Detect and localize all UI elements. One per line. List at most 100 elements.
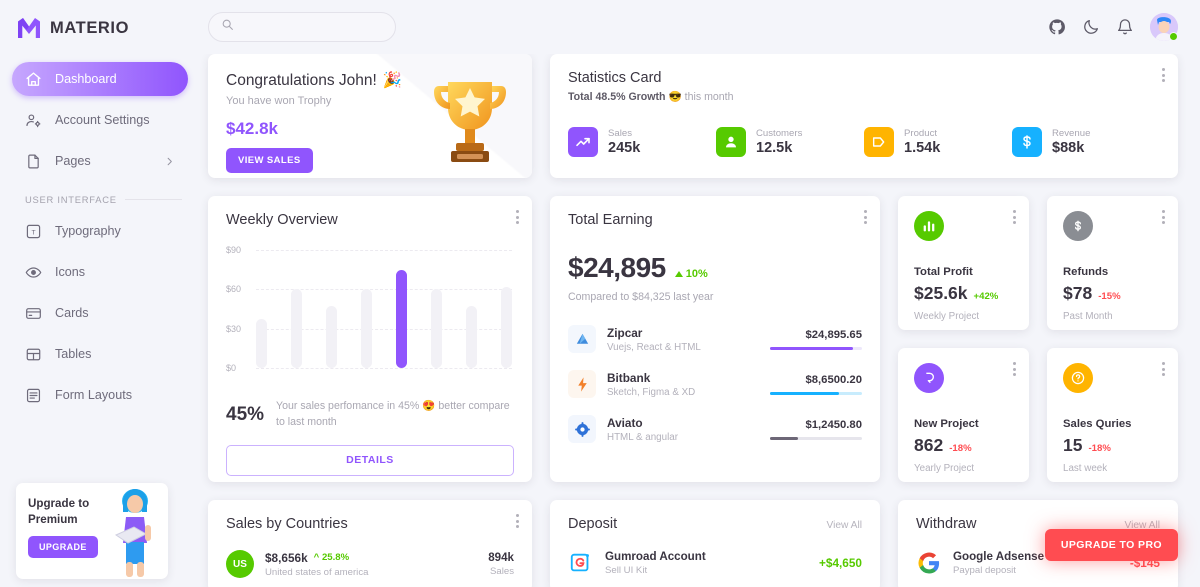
chart-bar: [291, 289, 302, 368]
sidebar-item-tables[interactable]: Tables: [12, 337, 188, 371]
chart-bar: [326, 306, 337, 368]
mini-card-label: Total Profit: [914, 266, 973, 278]
earning-row-progress: [770, 436, 862, 440]
sidebar-item-label: Account Settings: [55, 113, 150, 127]
earning-row-progress: [770, 346, 862, 350]
mini-card-value-row: $78 -15%: [1063, 283, 1162, 304]
search-icon: [221, 18, 234, 36]
mini-card-menu-icon[interactable]: [1162, 210, 1165, 224]
dribbble-icon: [914, 363, 944, 393]
upgrade-to-pro-button[interactable]: UPGRADE TO PRO: [1044, 529, 1178, 561]
sidebar-section-label: USER INTERFACE: [25, 194, 117, 205]
congratulations-card: Congratulations John! 🎉 You have won Tro…: [208, 54, 532, 178]
eye-icon: [25, 264, 42, 281]
table-icon: [25, 346, 42, 363]
avatar[interactable]: [1150, 13, 1178, 41]
chart-bar: [431, 289, 442, 368]
statistic-text: Revenue $88k: [1052, 128, 1090, 156]
status-badge-online: [1169, 32, 1178, 41]
earning-row: Zipcar Vuejs, React & HTML $24,895.65: [568, 325, 862, 353]
sidebar-item-typography[interactable]: T Typography: [12, 214, 188, 248]
earning-row: Bitbank Sketch, Figma & XD $8,6500.20: [568, 370, 862, 398]
bitbank-bolt-logo-icon: [568, 370, 596, 398]
sidebar-item-form-layouts[interactable]: Form Layouts: [12, 378, 188, 412]
sidebar-item-account-settings[interactable]: Account Settings: [12, 103, 188, 137]
total-earning-menu-icon[interactable]: [864, 210, 867, 224]
performance-percent: 45%: [226, 403, 265, 425]
chart-y-tick-label: $60: [226, 284, 242, 295]
sidebar-item-dashboard[interactable]: Dashboard: [12, 62, 188, 96]
statistic-value: 12.5k: [756, 140, 793, 156]
upgrade-premium-title: Upgrade to Premium: [28, 497, 90, 526]
sidebar-item-cards[interactable]: Cards: [12, 296, 188, 330]
earning-row-progress: [770, 391, 862, 395]
search-input[interactable]: [241, 21, 383, 33]
statistic-text: Product 1.54k: [904, 128, 940, 156]
zipcar-logo-icon: [568, 325, 596, 353]
materio-m-logo-icon: [17, 17, 41, 39]
earning-row-tech: Sketch, Figma & XD: [607, 386, 696, 398]
trending-up-icon: [568, 127, 598, 157]
earning-row-right: $8,6500.20: [770, 374, 862, 395]
earning-row-name: Aviato: [607, 415, 643, 430]
bar-chart-icon: [914, 211, 944, 241]
sidebar-item-pages[interactable]: Pages: [12, 144, 188, 178]
withdraw-row-text: Google Adsense Paypal deposit: [953, 550, 1044, 576]
triangle-up-icon: [674, 271, 683, 277]
search-box[interactable]: [208, 12, 396, 42]
sidebar-item-icons[interactable]: Icons: [12, 255, 188, 289]
deposit-title: Deposit: [568, 516, 618, 532]
form-icon: [25, 387, 42, 404]
chart-bars: [256, 250, 512, 368]
mini-card-menu-icon[interactable]: [1162, 362, 1165, 376]
upgrade-premium-card: Upgrade to Premium UPGRADE: [16, 483, 168, 579]
statistic-value: 1.54k: [904, 140, 941, 156]
weekly-overview-chart: $0 $30 $60 $90: [226, 245, 514, 385]
mini-card-label: New Project: [914, 418, 979, 430]
mini-card-menu-icon[interactable]: [1013, 362, 1016, 376]
country-delta: ^ 25.8%: [314, 552, 349, 563]
upgrade-button[interactable]: UPGRADE: [28, 536, 98, 559]
performance-summary: 45% Your sales perfomance in 45% 😍 bette…: [226, 399, 514, 431]
details-button[interactable]: DETAILS: [226, 444, 514, 476]
brand[interactable]: MATERIO: [0, 0, 200, 56]
withdraw-row-sub: Paypal deposit: [953, 565, 1016, 576]
brand-name: MATERIO: [50, 18, 130, 37]
github-icon[interactable]: [1048, 18, 1066, 36]
bell-icon[interactable]: [1116, 18, 1134, 36]
dollar-coin-icon: [1063, 211, 1093, 241]
weekly-overview-title: Weekly Overview: [226, 212, 338, 228]
country-avatar-us: US: [226, 550, 254, 578]
statistics-subtitle: Total 48.5% Growth 😎 this month: [568, 90, 1160, 103]
mini-card-label: Sales Quries: [1063, 418, 1132, 430]
view-sales-button[interactable]: VIEW SALES: [226, 148, 313, 173]
chart-bar: [361, 289, 372, 368]
sales-by-countries-menu-icon[interactable]: [516, 514, 519, 528]
app-root: MATERIO Dashboard Account Settings Pages…: [0, 0, 1200, 587]
mini-card-value-row: $25.6k +42%: [914, 283, 1013, 304]
mini-card-sub: Yearly Project: [914, 463, 975, 474]
sidebar-item-label: Tables: [55, 347, 92, 361]
chart-y-tick-label: $30: [226, 323, 242, 334]
weekly-overview-menu-icon[interactable]: [516, 210, 519, 224]
moon-icon[interactable]: [1082, 18, 1100, 36]
deposit-header: Deposit View All: [568, 516, 862, 532]
person-icon: [716, 127, 746, 157]
mini-card-delta: -18%: [1088, 443, 1111, 454]
mini-card-menu-icon[interactable]: [1013, 210, 1016, 224]
statistic-item-sales: Sales 245k: [568, 127, 716, 157]
user-settings-icon: [25, 112, 42, 129]
earning-row-value: $24,895.65: [805, 328, 862, 341]
country-delta-value: 25.8%: [321, 552, 350, 563]
earning-row-value: $8,6500.20: [805, 373, 862, 386]
total-earning-comparison: Compared to $84,325 last year: [568, 291, 714, 303]
mini-card-sub: Last week: [1063, 463, 1108, 474]
deposit-card: Deposit View All Gumroad Account Sell UI…: [550, 500, 880, 587]
country-sales: 894k Sales: [488, 551, 514, 577]
deposit-view-all-link[interactable]: View All: [827, 520, 863, 531]
statistic-item-customers: Customers 12.5k: [716, 127, 864, 157]
statistics-card-menu-icon[interactable]: [1162, 68, 1165, 82]
statistic-value: 245k: [608, 140, 641, 156]
chart-plot-area: [256, 250, 512, 369]
total-earning-delta-value: 10%: [685, 268, 708, 280]
